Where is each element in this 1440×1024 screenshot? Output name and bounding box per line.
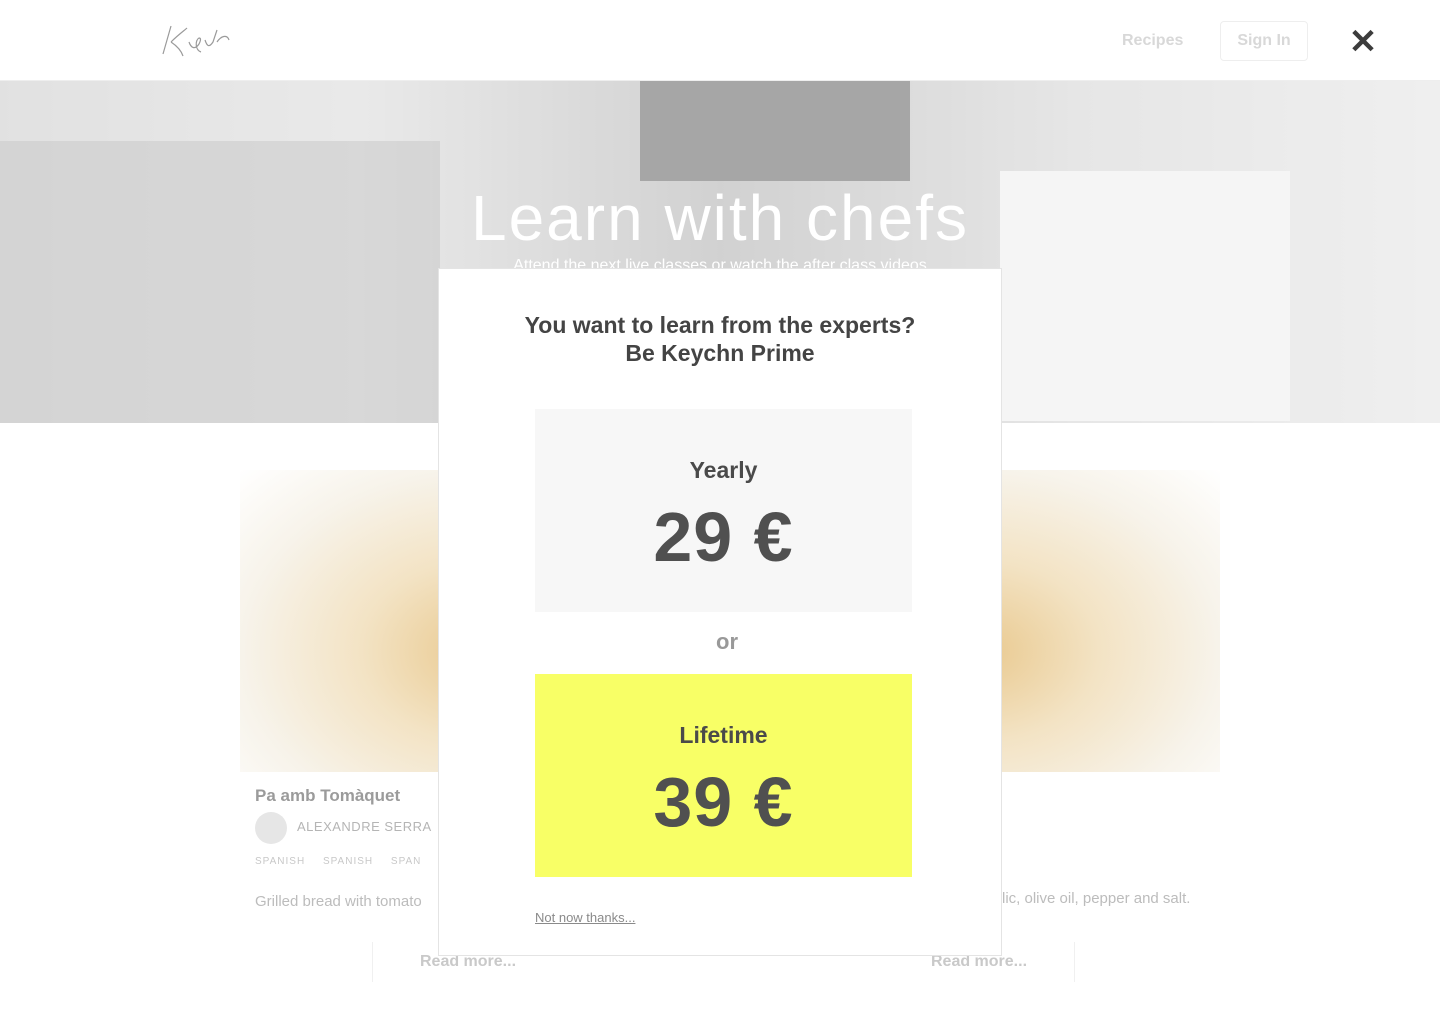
or-separator: or (716, 629, 738, 654)
close-icon[interactable]: ✕ (1348, 25, 1378, 59)
hero-title: Learn with chefs (470, 182, 970, 254)
plan-price: 29 € (653, 498, 794, 576)
tag: SPANISH (255, 856, 306, 867)
recipe-card-tags: SPANISH SPANISH SPAN (255, 856, 435, 867)
recipe-card-title[interactable]: Pa amb Tomàquet (255, 786, 400, 806)
recipe-card-author: ALEXANDRE SERRA (297, 819, 432, 834)
modal-heading-line2: Be Keychn Prime (625, 340, 815, 366)
recipe-card-description: Grilled bread with tomato (255, 893, 422, 910)
top-navbar: Recipes Sign In (0, 0, 1440, 81)
nav-recipes-link[interactable]: Recipes (1122, 32, 1183, 50)
lifetime-plan-option[interactable]: Lifetime 39 € (535, 674, 912, 877)
tag: SPAN (390, 856, 422, 867)
plan-name: Lifetime (679, 722, 768, 748)
keychn-logo[interactable] (155, 20, 235, 62)
modal-heading-line1: You want to learn from the experts? (524, 312, 916, 338)
plan-name: Yearly (689, 457, 758, 483)
plan-price: 39 € (653, 763, 794, 841)
avatar (255, 812, 287, 844)
tag: SPANISH (322, 856, 374, 867)
recipe-card-description: lic, olive oil, pepper and salt. (1002, 890, 1191, 907)
yearly-plan-option[interactable]: Yearly 29 € (535, 409, 912, 612)
modal-heading: You want to learn from the experts? Be K… (439, 311, 1001, 367)
dismiss-link[interactable]: Not now thanks... (535, 910, 635, 925)
prime-subscription-modal: You want to learn from the experts? Be K… (438, 268, 1002, 956)
sign-in-button[interactable]: Sign In (1220, 21, 1308, 61)
